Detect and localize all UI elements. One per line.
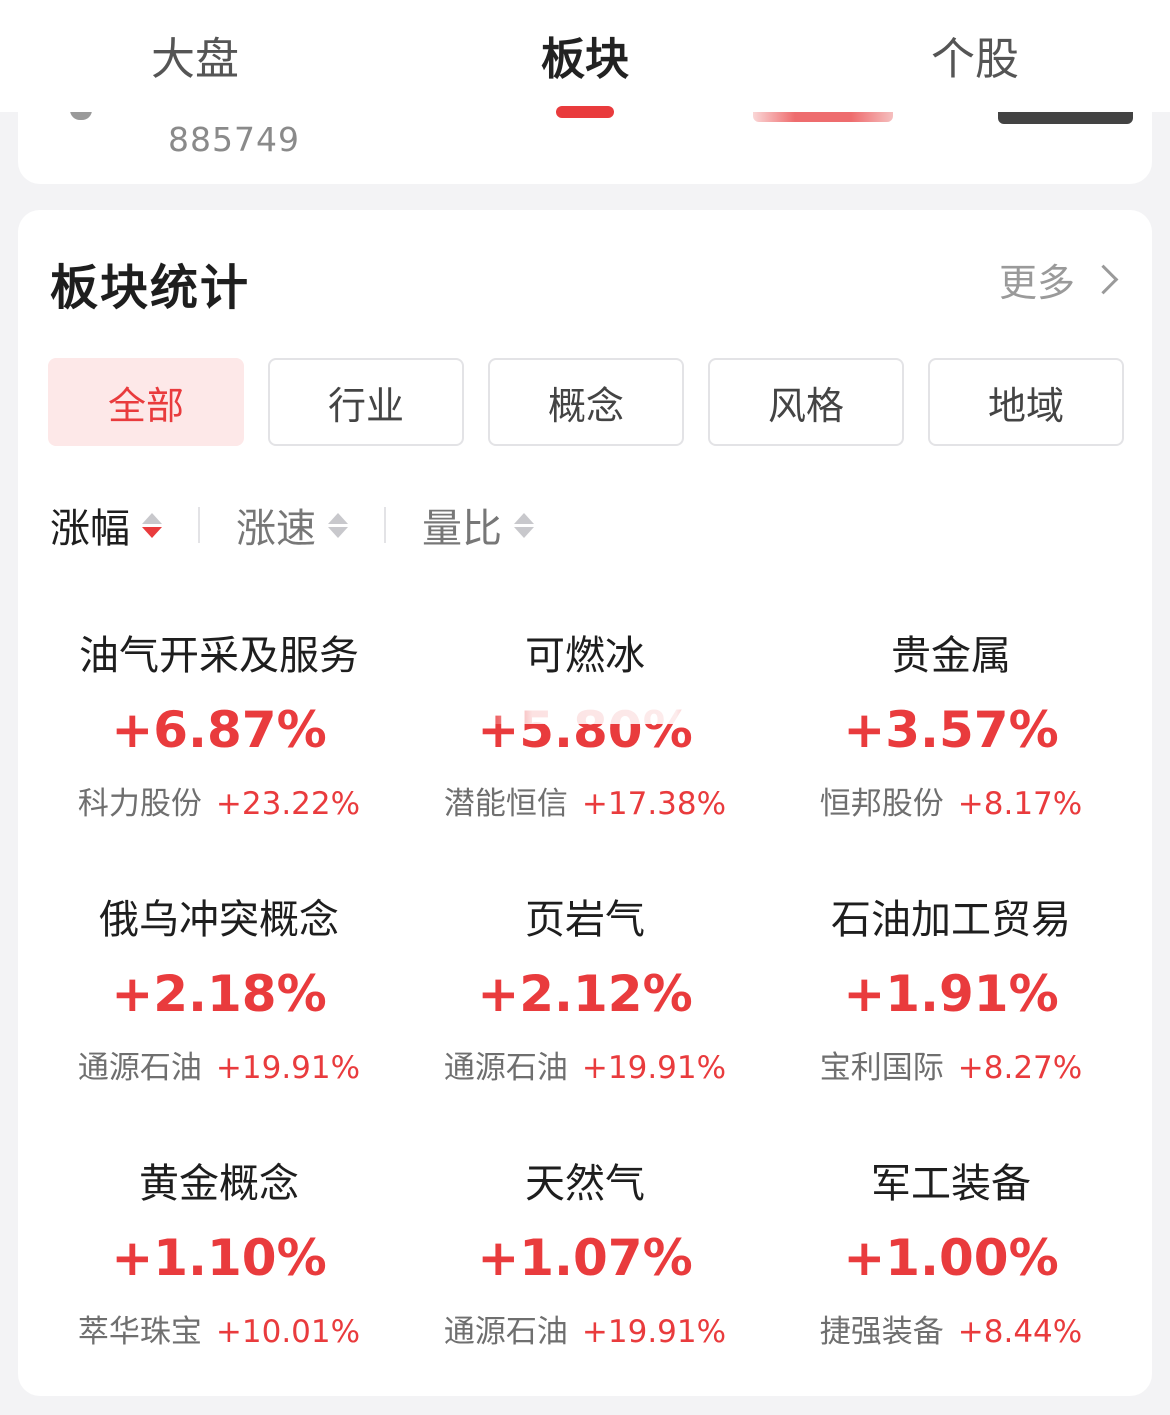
sector-statistics-card: 板块统计 更多 全部 行业 概念 风格 地域 涨幅 涨速 量比 油气开采及服务 … <box>18 210 1152 1396</box>
sector-change: +5.80% <box>477 701 693 759</box>
sector-change: +1.07% <box>477 1229 693 1287</box>
top-tab-bar: 大盘 板块 个股 <box>0 0 1170 112</box>
sector-change: +6.87% <box>111 701 327 759</box>
sector-name: 俄乌冲突概念 <box>99 897 339 943</box>
tab-sectors[interactable]: 板块 <box>465 30 705 90</box>
leading-stock: 通源石油 +19.91% <box>36 1042 402 1087</box>
sort-change[interactable]: 涨幅 <box>50 496 162 554</box>
leader-name: 通源石油 <box>443 1314 568 1350</box>
tab-stocks[interactable]: 个股 <box>855 30 1095 90</box>
leading-stock: 宝利国际 +8.27% <box>768 1042 1134 1087</box>
sort-arrows-icon <box>142 512 162 538</box>
sector-change: +1.10% <box>111 1229 327 1287</box>
sector-code: 885749 <box>168 120 300 159</box>
leader-change: +10.01% <box>215 1314 361 1350</box>
sector-change: +3.57% <box>843 701 1059 759</box>
filter-style[interactable]: 风格 <box>708 358 904 446</box>
sector-cell[interactable]: 可燃冰 +5.80% 潜能恒信 +17.38% <box>402 620 768 884</box>
sector-cell[interactable]: 天然气 +1.07% 通源石油 +19.91% <box>402 1148 768 1412</box>
leader-change: +23.22% <box>215 786 361 822</box>
sort-volume-ratio-label: 量比 <box>422 506 502 552</box>
sector-cell[interactable]: 军工装备 +1.00% 捷强装备 +8.44% <box>768 1148 1134 1412</box>
sector-name: 贵金属 <box>891 633 1011 679</box>
sort-arrows-icon <box>328 512 348 538</box>
leader-name: 通源石油 <box>77 1050 202 1086</box>
sector-cell[interactable]: 俄乌冲突概念 +2.18% 通源石油 +19.91% <box>36 884 402 1148</box>
sector-name: 黄金概念 <box>139 1161 299 1207</box>
sector-name: 可燃冰 <box>525 633 645 679</box>
sector-change: +2.12% <box>477 965 693 1023</box>
sector-name: 石油加工贸易 <box>831 897 1071 943</box>
leader-change: +8.27% <box>957 1050 1083 1086</box>
sector-change: +1.00% <box>843 1229 1059 1287</box>
divider <box>384 507 386 543</box>
leading-stock: 科力股份 +23.22% <box>36 778 402 823</box>
tab-market[interactable]: 大盘 <box>75 30 315 90</box>
sector-grid: 油气开采及服务 +6.87% 科力股份 +23.22% 可燃冰 +5.80% 潜能… <box>36 620 1134 1412</box>
leader-change: +8.17% <box>957 786 1083 822</box>
more-label: 更多 <box>998 261 1075 305</box>
leader-name: 捷强装备 <box>819 1314 944 1350</box>
sort-change-label: 涨幅 <box>50 506 130 552</box>
sector-change: +1.91% <box>843 965 1059 1023</box>
leader-name: 宝利国际 <box>819 1050 944 1086</box>
sort-speed[interactable]: 涨速 <box>236 496 348 554</box>
leader-name: 科力股份 <box>77 786 202 822</box>
leader-name: 潜能恒信 <box>443 786 568 822</box>
leading-stock: 萃华珠宝 +10.01% <box>36 1306 402 1351</box>
active-tab-indicator <box>556 106 614 118</box>
sector-cell[interactable]: 贵金属 +3.57% 恒邦股份 +8.17% <box>768 620 1134 884</box>
filter-all[interactable]: 全部 <box>48 358 244 446</box>
sector-cell[interactable]: 黄金概念 +1.10% 萃华珠宝 +10.01% <box>36 1148 402 1412</box>
leader-change: +8.44% <box>957 1314 1083 1350</box>
filter-region[interactable]: 地域 <box>928 358 1124 446</box>
leader-name: 萃华珠宝 <box>77 1314 202 1350</box>
sector-name: 页岩气 <box>525 897 645 943</box>
chevron-right-icon <box>1088 264 1119 295</box>
sort-arrows-icon <box>514 512 534 538</box>
leading-stock: 通源石油 +19.91% <box>402 1042 768 1087</box>
section-title: 板块统计 <box>50 260 251 316</box>
sector-name: 天然气 <box>525 1161 645 1207</box>
filter-concept[interactable]: 概念 <box>488 358 684 446</box>
sort-volume-ratio[interactable]: 量比 <box>422 496 534 554</box>
sort-options: 涨幅 涨速 量比 <box>50 496 534 554</box>
sector-change: +2.18% <box>111 965 327 1023</box>
leading-stock: 恒邦股份 +8.17% <box>768 778 1134 823</box>
leader-change: +19.91% <box>215 1050 361 1086</box>
sector-name: 军工装备 <box>871 1161 1031 1207</box>
sector-cell[interactable]: 页岩气 +2.12% 通源石油 +19.91% <box>402 884 768 1148</box>
sector-name: 油气开采及服务 <box>79 633 359 679</box>
leader-name: 恒邦股份 <box>819 786 944 822</box>
more-link[interactable]: 更多 <box>998 252 1119 307</box>
leader-change: +19.91% <box>581 1050 727 1086</box>
leader-change: +17.38% <box>581 786 727 822</box>
leading-stock: 通源石油 +19.91% <box>402 1306 768 1351</box>
leading-stock: 捷强装备 +8.44% <box>768 1306 1134 1351</box>
category-filters: 全部 行业 概念 风格 地域 <box>48 358 1124 446</box>
sector-cell[interactable]: 油气开采及服务 +6.87% 科力股份 +23.22% <box>36 620 402 884</box>
leader-name: 通源石油 <box>443 1050 568 1086</box>
divider <box>198 507 200 543</box>
leading-stock: 潜能恒信 +17.38% <box>402 778 768 823</box>
filter-industry[interactable]: 行业 <box>268 358 464 446</box>
sort-speed-label: 涨速 <box>236 506 316 552</box>
sector-cell[interactable]: 石油加工贸易 +1.91% 宝利国际 +8.27% <box>768 884 1134 1148</box>
leader-change: +19.91% <box>581 1314 727 1350</box>
